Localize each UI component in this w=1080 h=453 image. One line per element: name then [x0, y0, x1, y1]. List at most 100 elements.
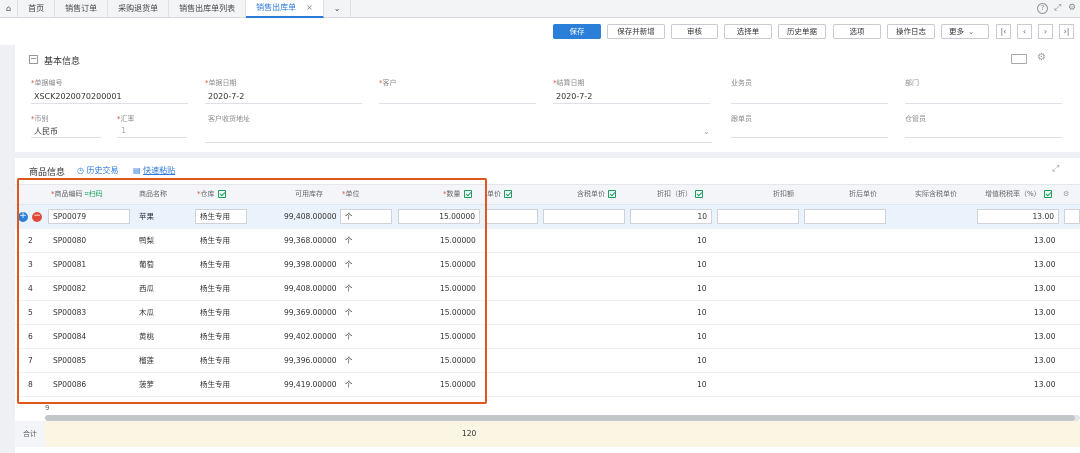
table-row[interactable]: 2 SP00080 鸭梨 杨生专用 99,368.00000 个 15.00000 10 13.… [15, 229, 1080, 253]
stock-cell: 99,408.00000 [284, 284, 337, 293]
salesman-label: 业务员 [731, 79, 752, 87]
code-input[interactable]: SP00079 [48, 209, 130, 224]
gear-icon[interactable]: ⚙ [1037, 52, 1046, 63]
rate-field: 1 [121, 126, 127, 135]
tab-4[interactable]: 销售出库单 × [246, 0, 324, 18]
discount-cell: 10 [697, 332, 707, 341]
stock-cell: 99,398.00000 [284, 260, 337, 269]
qty-cell: 15.00000 [440, 308, 476, 317]
expand-icon[interactable]: ⤢ [1052, 164, 1059, 174]
unit-input[interactable]: 个 [340, 209, 392, 224]
unit-cell: 个 [345, 236, 353, 245]
check-icon [504, 190, 512, 198]
tab-2[interactable]: 采购退货单 [108, 0, 170, 18]
extra-input[interactable] [1064, 209, 1080, 224]
table-row[interactable]: 4 SP00082 西瓜 杨生专用 99,408.00000 个 15.00000 10 13.… [15, 277, 1080, 301]
first-page-button[interactable]: |‹ [996, 24, 1011, 39]
qty-cell: 15.00000 [440, 236, 476, 245]
price-input[interactable] [486, 209, 538, 224]
next-page-button[interactable]: › [1038, 24, 1053, 39]
address-field[interactable] [205, 142, 712, 143]
basic-info-title: 基本信息 [44, 57, 81, 67]
fullscreen-icon[interactable]: ⤢ [1054, 3, 1064, 13]
qty-input[interactable]: 15.00000 [398, 209, 480, 224]
table-row[interactable]: 6 SP00084 黄桃 杨生专用 99,402.00000 个 15.00000 10 13.… [15, 325, 1080, 349]
tab-3[interactable]: 销售出库单列表 [169, 0, 247, 18]
log-button[interactable]: 操作日志 [887, 24, 935, 39]
home-icon[interactable]: ⌂ [0, 0, 19, 18]
help-icon[interactable]: ? [1037, 3, 1048, 14]
code-cell: SP00084 [53, 332, 87, 341]
keeper-field[interactable] [905, 137, 1062, 138]
column-settings-icon[interactable]: ⚙ [1063, 184, 1069, 205]
row-index: 8 [28, 380, 33, 389]
vat-cell: 13.00 [1034, 236, 1056, 245]
tax-price-input[interactable] [543, 209, 625, 224]
col-tax-after: 实际含税单价 [915, 190, 957, 198]
name-cell: 葡萄 [139, 260, 154, 269]
table-row[interactable]: 8 SP00086 菠萝 杨生专用 99,419.00000 个 15.00000 10 13.… [15, 373, 1080, 397]
discount-cell: 10 [697, 308, 707, 317]
total-row [45, 421, 1080, 447]
options-button[interactable]: 选项 [833, 24, 881, 39]
table-row[interactable]: + − SP00079 苹果 杨生专用 99,408.00000 个 15.00000 10 13… [15, 205, 1080, 229]
table-row[interactable]: 7 SP00085 榴莲 杨生专用 99,396.00000 个 15.00000 10 13.… [15, 349, 1080, 373]
unit-cell: 个 [345, 332, 353, 341]
code-cell: SP00085 [53, 356, 87, 365]
salesman-field[interactable] [731, 103, 888, 104]
table-row[interactable]: 3 SP00081 葡萄 杨生专用 99,398.00000 个 15.00000 10 13.… [15, 253, 1080, 277]
doc-no-label: *单据编号 [31, 79, 63, 87]
prev-page-button[interactable]: ‹ [1017, 24, 1032, 39]
doc-no-field[interactable]: XSCK2020070200001 [34, 92, 122, 101]
qty-cell: 15.00000 [440, 332, 476, 341]
select-doc-button[interactable]: 选择单 [724, 24, 772, 39]
unit-cell: 个 [345, 356, 353, 365]
warehouse-cell: 杨生专用 [200, 356, 230, 365]
currency-label: *币别 [31, 115, 49, 123]
save-and-new-button[interactable]: 保存并新增 [607, 24, 665, 39]
row-index: 6 [28, 332, 33, 341]
quick-paste-label: 快速粘贴 [143, 166, 176, 175]
stock-cell: 99,368.00000 [284, 236, 337, 245]
scan-button[interactable]: 扫码 [89, 190, 103, 198]
settle-date-field[interactable]: 2020-7-2 [556, 92, 592, 101]
close-icon[interactable]: × [306, 0, 313, 17]
dept-field[interactable] [905, 103, 1062, 104]
quick-paste-link[interactable]: ▤ 快速粘贴 [133, 165, 175, 176]
history-trade-link[interactable]: ◷ 历史交易 [77, 165, 119, 176]
save-button[interactable]: 保存 [553, 24, 601, 39]
doc-date-field[interactable]: 2020-7-2 [208, 92, 244, 101]
collapse-icon[interactable]: − [29, 55, 38, 64]
tab-label: 销售出库单 [256, 3, 297, 12]
col-discount: 折扣（折） [657, 184, 703, 205]
unit-cell: 个 [345, 260, 353, 269]
add-row-icon[interactable]: + [18, 212, 28, 222]
keyboard-icon[interactable] [1011, 54, 1027, 64]
vat-cell: 13.00 [1034, 380, 1056, 389]
audit-button[interactable]: 审核 [671, 24, 718, 39]
warehouse-cell: 杨生专用 [200, 332, 230, 341]
chevron-down-icon[interactable]: ⌄ [703, 127, 710, 136]
more-button[interactable]: 更多 ⌄ [941, 24, 989, 39]
tab-0[interactable]: 首页 [18, 0, 56, 18]
customer-field[interactable] [379, 103, 536, 104]
tab-1[interactable]: 销售订单 [55, 0, 109, 18]
row-index: 4 [28, 284, 33, 293]
tab-dropdown-icon[interactable]: ⌄ [324, 0, 352, 18]
delete-row-icon[interactable]: − [32, 212, 42, 222]
settings-icon[interactable]: ⚙ [1068, 3, 1078, 13]
warehouse-input[interactable]: 杨生专用 [195, 209, 247, 224]
table-row[interactable]: 5 SP00083 木瓜 杨生专用 99,369.00000 个 15.00000 10 13.… [15, 301, 1080, 325]
warehouse-cell: 杨生专用 [200, 380, 230, 389]
history-docs-button[interactable]: 历史单据 [778, 24, 826, 39]
discount-input[interactable]: 10 [630, 209, 712, 224]
discount-cell: 10 [697, 236, 707, 245]
last-page-button[interactable]: ›| [1059, 24, 1074, 39]
disc-amt-input[interactable] [717, 209, 799, 224]
follower-field[interactable] [731, 137, 888, 138]
row-index: 5 [28, 308, 33, 317]
after-price-input[interactable] [804, 209, 886, 224]
vat-input[interactable]: 13.00 [977, 209, 1059, 224]
currency-field[interactable]: 人民币 [34, 126, 58, 137]
name-cell: 苹果 [139, 212, 154, 221]
